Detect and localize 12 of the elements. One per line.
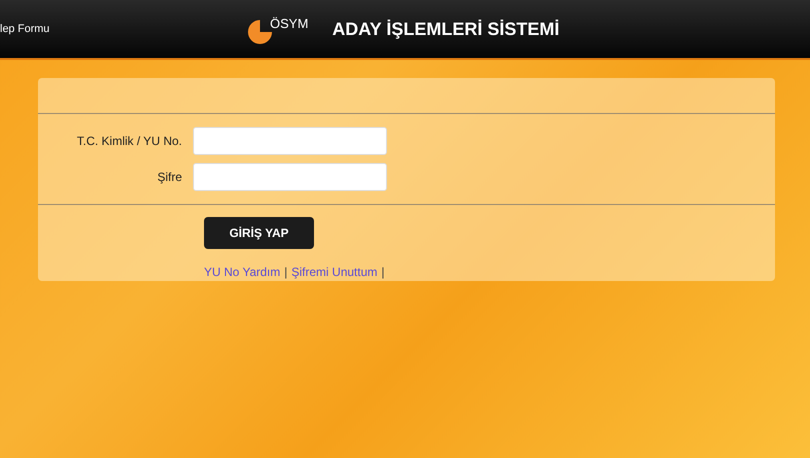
field-label: T.C. Kimlik / YU No. [76,133,183,150]
link-separator: | [284,264,288,281]
page-title: ADAY İŞLEMLERİ SİSTEMİ [332,18,560,41]
help-link[interactable]: Şifremi Unuttum [291,263,378,281]
help-link[interactable]: YU No Yardım [204,263,280,281]
link-separator: | [381,264,385,281]
request-form-link[interactable]: lep Formu [0,20,50,38]
input-field[interactable] [193,127,387,155]
input-field[interactable] [193,163,387,191]
logo-text: ÖSYM [270,15,308,33]
login-button[interactable]: GİRİŞ YAP [204,217,314,249]
field-label: Şifre [156,169,183,186]
